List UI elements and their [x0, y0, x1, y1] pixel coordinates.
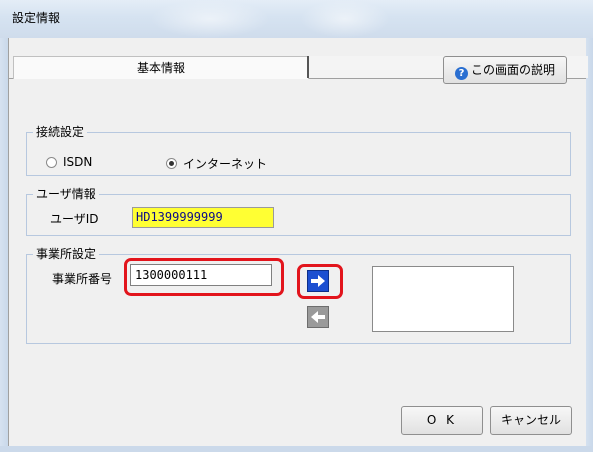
arrow-right-icon: [311, 275, 325, 287]
question-icon: ?: [454, 67, 468, 80]
help-button[interactable]: ? この画面の説明: [443, 56, 567, 84]
office-number-input[interactable]: 1300000111: [130, 264, 272, 286]
user-id-label: ユーザID: [50, 212, 99, 226]
office-number-label: 事業所番号: [52, 272, 113, 286]
user-info-group: ユーザ情報: [26, 187, 571, 236]
titlebar-glare: [150, 0, 270, 38]
connection-settings-legend: 接続設定: [33, 125, 88, 139]
cancel-button[interactable]: キャンセル: [490, 406, 572, 435]
title-bar: 設定情報: [0, 0, 593, 39]
internet-radio-label: インターネット: [183, 157, 268, 171]
office-list-box[interactable]: [372, 266, 514, 332]
ok-button[interactable]: O K: [401, 406, 483, 435]
window-frame-left: [0, 38, 8, 452]
window-title: 設定情報: [12, 11, 61, 25]
add-office-button[interactable]: [307, 270, 329, 292]
isdn-radio[interactable]: ISDN: [46, 155, 92, 169]
user-id-field[interactable]: HD1399999999: [132, 207, 274, 228]
isdn-radio-button[interactable]: [46, 156, 57, 168]
dialog-client-area: 基本情報: [8, 38, 588, 446]
office-settings-legend: 事業所設定: [33, 247, 100, 261]
internet-radio-button[interactable]: [166, 158, 177, 169]
titlebar-glare: [300, 0, 390, 38]
remove-office-button[interactable]: [307, 306, 329, 328]
internet-radio[interactable]: インターネット: [166, 155, 267, 172]
user-info-legend: ユーザ情報: [33, 187, 99, 201]
isdn-radio-label: ISDN: [63, 155, 93, 169]
help-button-label: この画面の説明: [470, 63, 555, 77]
arrow-left-icon: [311, 311, 325, 323]
window-frame-bottom: [0, 446, 593, 452]
connection-settings-group: 接続設定: [26, 125, 571, 176]
tab-basic-info[interactable]: 基本情報: [13, 56, 309, 79]
window-frame-right: [585, 38, 593, 452]
